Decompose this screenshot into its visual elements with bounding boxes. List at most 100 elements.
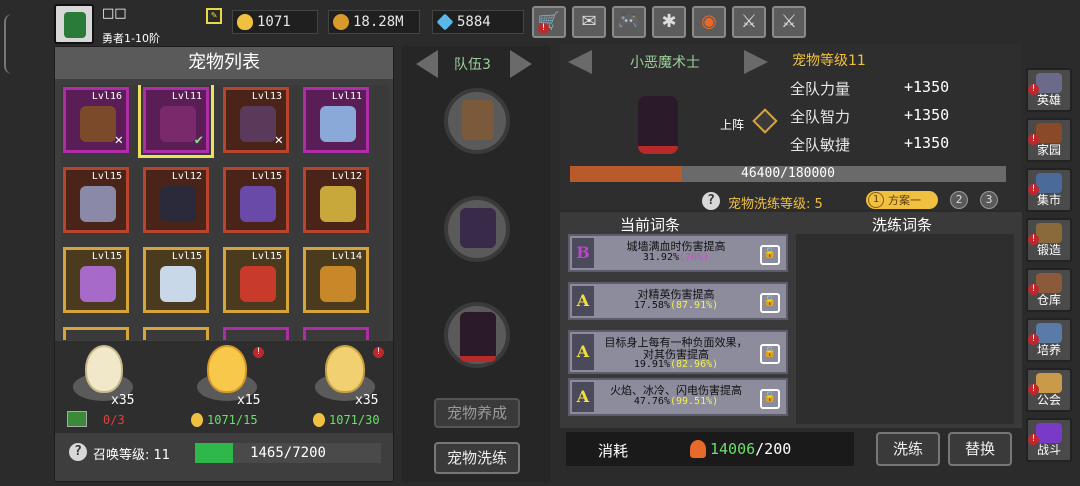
team-next-arrow[interactable] <box>510 50 532 78</box>
plan-1-tab[interactable]: 1 方案一 <box>866 191 938 209</box>
wash-affix-list <box>796 234 1014 424</box>
affix-item[interactable]: A 火焰、冰冷、闪电伤害提高 47.76%(99.51%) 🔓 <box>568 378 788 416</box>
team-slot-3[interactable] <box>444 302 510 368</box>
pet-cultivate-button[interactable]: 宠物养成 <box>434 398 520 428</box>
help-icon[interactable]: ? <box>69 443 87 461</box>
pet-slot[interactable]: Lvl16 ✕ <box>63 87 129 153</box>
gem-counter: 5884 <box>432 10 524 34</box>
egg-2-label: 1071/15 <box>207 413 258 427</box>
pet-sprite <box>638 96 678 154</box>
plan-2-label: 2 <box>955 193 963 206</box>
stat-label: 全队智力 <box>790 108 851 126</box>
pet-sprite <box>240 266 276 302</box>
pet-prev-arrow[interactable] <box>568 50 592 74</box>
stat-label: 全队力量 <box>790 80 851 98</box>
pet-slot[interactable]: Lvl15 <box>223 167 289 233</box>
avatar-sprite <box>64 12 86 38</box>
pet-level-tag: Lvl11 <box>331 91 362 102</box>
pet-slot[interactable]: Lvl15 <box>223 247 289 313</box>
pet-portrait <box>630 92 686 158</box>
help-icon[interactable]: ? <box>702 192 720 210</box>
alert-icon: ! <box>1028 84 1039 95</box>
affix-grade: A <box>572 334 594 370</box>
weapon-button-2[interactable]: ⚔ <box>772 6 806 38</box>
player-name: □□ <box>102 6 127 21</box>
side-menu-item[interactable]: 仓库 ! <box>1026 268 1072 312</box>
side-menu-item[interactable]: 英雄 ! <box>1026 68 1072 112</box>
pet-sprite <box>80 106 116 142</box>
pet-slot[interactable]: Lvl12 <box>303 167 369 233</box>
affix-item[interactable]: A 对精英伤害提高 17.58%(87.91%) 🔓 <box>568 282 788 320</box>
side-menu-icon <box>1036 423 1062 443</box>
plan-1-num: 1 <box>868 192 884 208</box>
team-prev-arrow[interactable] <box>416 50 438 78</box>
settings-button[interactable]: ✱ <box>652 6 686 38</box>
pet-list-header: 宠物列表 <box>55 47 393 79</box>
color-wheel-button[interactable]: ◉ <box>692 6 726 38</box>
stat-label: 全队敏捷 <box>790 136 851 154</box>
side-menu-item[interactable]: 培养 ! <box>1026 318 1072 362</box>
egg-1[interactable]: x35 <box>71 345 141 411</box>
pet-stats: 全队力量 +1350 全队智力 +1350 全队敏捷 +1350 <box>790 78 1010 166</box>
team-slot-2[interactable] <box>444 196 510 262</box>
weapon-button-1[interactable]: ⚔ <box>732 6 766 38</box>
affix-value-current: 17.58% <box>633 300 670 311</box>
lock-icon[interactable]: 🔓 <box>760 245 780 265</box>
plan-2-tab[interactable]: 2 <box>950 191 968 209</box>
egg-3[interactable]: ! x35 <box>311 345 391 411</box>
affix-item[interactable]: A 目标身上每有一种负面效果， 对其伤害提高 19.91%(82.96%) 🔓 <box>568 330 788 374</box>
pet-slot[interactable]: Lvl15 <box>63 167 129 233</box>
lock-icon[interactable]: 🔓 <box>760 293 780 313</box>
pet-slot[interactable]: Lvl14 <box>303 247 369 313</box>
mail-icon: ✉ <box>581 11 597 32</box>
side-menu-item[interactable]: 公会 ! <box>1026 368 1072 412</box>
gear-icon: ✱ <box>661 11 677 32</box>
affix-item[interactable]: B 城墙满血时伤害提高 31.92%(76%) 🔓 <box>568 234 788 272</box>
pet-wash-button[interactable]: 宠物洗练 <box>434 442 520 474</box>
plan-3-tab[interactable]: 3 <box>980 191 998 209</box>
egg-count: x15 <box>237 393 261 408</box>
pet-level: 宠物等级11 <box>792 53 866 69</box>
edit-name-icon[interactable]: ✎ <box>206 8 222 24</box>
video-icon[interactable] <box>67 411 87 427</box>
pet-slot-partial[interactable] <box>303 327 369 340</box>
pet-slot[interactable]: Lvl12 <box>143 167 209 233</box>
mail-button[interactable]: ✉ <box>572 6 606 38</box>
pet-slot-partial[interactable] <box>143 327 209 340</box>
deploy-toggle[interactable] <box>752 108 778 134</box>
pet-slot[interactable]: Lvl15 <box>143 247 209 313</box>
pet-sprite <box>460 208 496 248</box>
pet-level-tag: Lvl12 <box>171 171 202 182</box>
pet-slot[interactable]: Lvl11 ✔ <box>138 85 214 158</box>
pet-sprite <box>80 186 116 222</box>
lock-icon[interactable]: 🔓 <box>760 344 780 364</box>
affix-grade: A <box>572 382 594 412</box>
side-menu-item[interactable]: 集市 ! <box>1026 168 1072 212</box>
lock-icon[interactable]: 🔓 <box>760 389 780 409</box>
cost-label: 消耗 <box>598 442 629 460</box>
egg-2[interactable]: ! x15 <box>193 345 273 411</box>
egg-icon <box>325 345 365 393</box>
player-avatar[interactable] <box>54 4 94 44</box>
side-menu-item[interactable]: 战斗 ! <box>1026 418 1072 462</box>
pet-slot[interactable]: Lvl11 <box>303 87 369 153</box>
cost-bar: 消耗 14006/200 <box>566 432 854 466</box>
pet-level-tag: Lvl14 <box>331 251 362 262</box>
side-menu-item[interactable]: 家园 ! <box>1026 118 1072 162</box>
side-menu-item[interactable]: 锻造 ! <box>1026 218 1072 262</box>
wash-button[interactable]: 洗练 <box>876 432 940 466</box>
player-title: 勇者1-10阶 <box>102 32 160 45</box>
pet-slot-partial[interactable] <box>223 327 289 340</box>
pet-slot-partial[interactable] <box>63 327 129 340</box>
pet-slot[interactable]: Lvl15 <box>63 247 129 313</box>
cross-icon: ✕ <box>114 132 123 148</box>
pet-next-arrow[interactable] <box>744 50 768 74</box>
pet-sprite <box>160 106 196 142</box>
shop-button[interactable]: 🛒! <box>532 6 566 38</box>
gamepad-button[interactable]: 🎮 <box>612 6 646 38</box>
replace-button[interactable]: 替换 <box>948 432 1012 466</box>
affix-grade: A <box>572 286 594 316</box>
team-slot-1[interactable] <box>444 88 510 154</box>
alert-icon: ! <box>1028 234 1039 245</box>
pet-slot[interactable]: Lvl13 ✕ <box>223 87 289 153</box>
